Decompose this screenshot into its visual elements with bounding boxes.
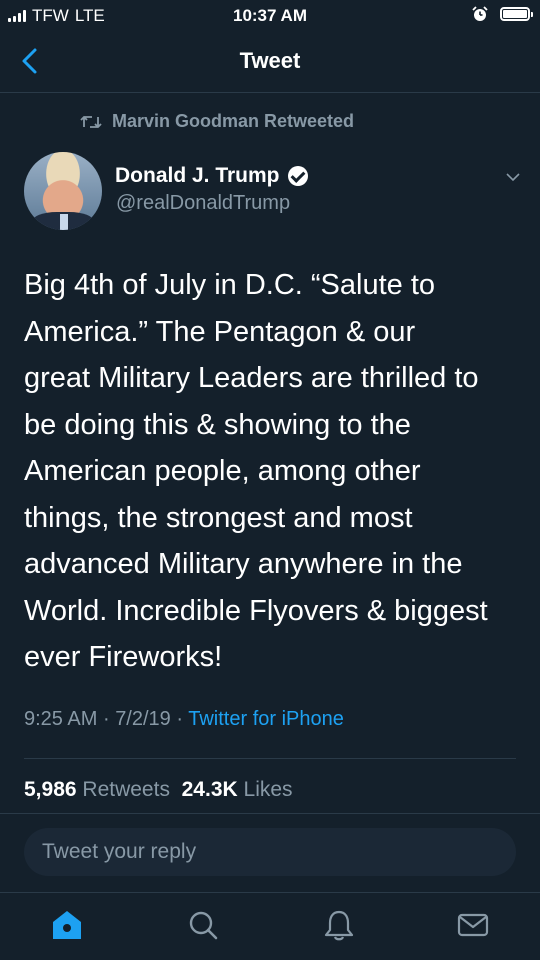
tweet-time: 9:25 AM <box>24 708 98 730</box>
author-name: Donald J. Trump <box>115 164 280 187</box>
retweets-stat[interactable]: 5,986 Retweets <box>24 778 170 801</box>
retweets-label: Retweets <box>82 778 170 801</box>
nav-bar: Tweet <box>0 34 540 93</box>
divider <box>24 758 516 759</box>
battery-icon <box>500 7 533 21</box>
likes-count: 24.3K <box>181 778 238 801</box>
page-title: Tweet <box>239 48 301 73</box>
tweet-source-link[interactable]: Twitter for iPhone <box>188 708 344 730</box>
retweet-icon <box>80 115 102 128</box>
avatar[interactable] <box>24 152 102 230</box>
tweet-date: 7/2/19 <box>115 708 171 730</box>
retweet-banner-text: Marvin Goodman Retweeted <box>112 111 355 131</box>
likes-label: Likes <box>243 778 293 801</box>
alarm-icon <box>472 6 488 21</box>
retweet-banner[interactable]: Marvin Goodman Retweeted <box>80 111 354 132</box>
retweets-count: 5,986 <box>24 778 77 801</box>
reply-input[interactable]: Tweet your reply <box>24 828 516 876</box>
notifications-icon[interactable] <box>322 908 356 942</box>
author-handle[interactable]: @realDonaldTrump <box>116 192 290 215</box>
home-icon[interactable] <box>50 908 84 942</box>
tab-bar <box>0 892 540 960</box>
tweet-meta: 9:25 AM · 7/2/19 · Twitter for iPhone <box>24 708 344 731</box>
meta-separator: · <box>102 708 110 730</box>
chevron-down-icon[interactable] <box>506 170 520 184</box>
meta-separator: · <box>176 708 184 730</box>
likes-stat[interactable]: 24.3K Likes <box>182 778 293 801</box>
tweet-text: Big 4th of July in D.C. “Salute to Ameri… <box>24 269 488 673</box>
verified-badge-icon <box>287 166 308 186</box>
status-time: 10:37 AM <box>232 6 307 25</box>
messages-icon[interactable] <box>456 908 490 942</box>
status-bar-right <box>472 6 533 22</box>
avatar-tie <box>60 214 68 230</box>
reply-bar: Tweet your reply <box>0 813 540 893</box>
tweet-stats: 5,986 Retweets 24.3K Likes <box>24 778 293 802</box>
status-bar: TFW LTE 10:37 AM <box>0 0 540 34</box>
search-icon[interactable] <box>186 908 220 942</box>
author-name-row[interactable]: Donald J. Trump <box>115 164 308 188</box>
